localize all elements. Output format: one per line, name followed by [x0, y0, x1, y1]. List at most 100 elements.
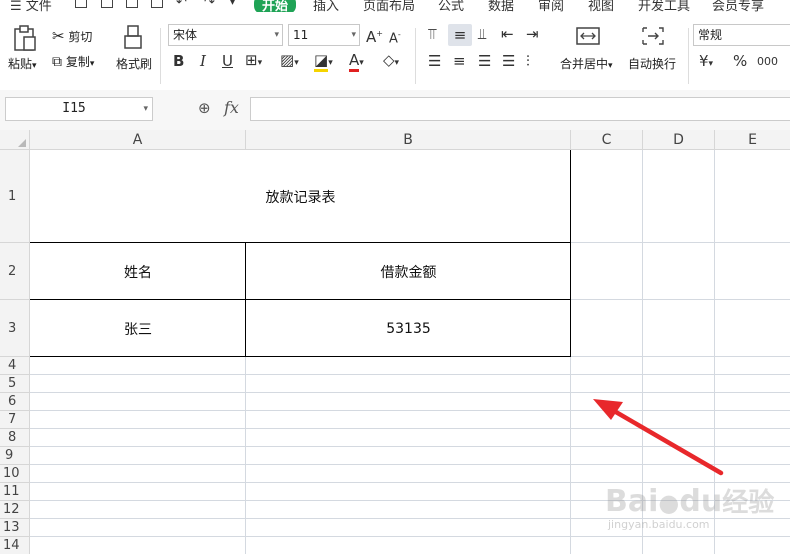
paste-icon[interactable] [12, 24, 38, 52]
align-bottom-icon[interactable]: ⫫ [478, 26, 486, 42]
row-header-12[interactable]: 12 [0, 501, 30, 519]
row-header-14[interactable]: 14 [0, 537, 30, 554]
name-box[interactable]: I15 ▾ [5, 97, 153, 121]
insert-function-button[interactable]: fx [224, 98, 239, 117]
column-header-b[interactable]: B [246, 130, 571, 150]
cell-a3[interactable]: 张三 [30, 300, 246, 357]
formula-input[interactable] [250, 97, 790, 121]
format-painter-icon[interactable] [122, 24, 144, 50]
justify-icon[interactable]: ☰ [502, 53, 515, 69]
row-header-1[interactable]: 1 [0, 150, 30, 243]
font-color-icon[interactable]: A▾ [349, 51, 364, 72]
ribbon-toolbar: 粘贴▾ ✂ 剪切 ⧉ 复制▾ 格式刷 宋体 ▾ 11 ▾ A+ A- B I U ⊞… [0, 12, 790, 91]
tab-membership[interactable]: 会员专享 [712, 0, 764, 12]
increase-font-icon[interactable]: A+ [366, 26, 383, 45]
redo-icon[interactable]: ↷ [204, 0, 215, 10]
tab-view[interactable]: 视图 [588, 0, 614, 12]
menu-bar: ☰ 文件 ↶ ↷ ▾ 开始 插入 页面布局 公式 数据 审阅 视图 开发工具 会… [0, 0, 790, 12]
tab-developer[interactable]: 开发工具 [638, 0, 690, 12]
row-header-2[interactable]: 2 [0, 243, 30, 300]
column-header-d[interactable]: D [643, 130, 715, 150]
align-middle-icon[interactable]: ≡ [448, 24, 472, 46]
tab-page-layout[interactable]: 页面布局 [363, 0, 415, 12]
increase-indent-icon[interactable]: ⇥ [526, 26, 539, 42]
file-menu[interactable]: ☰ 文件 [10, 0, 52, 12]
font-name-select[interactable]: 宋体 ▾ [168, 24, 283, 46]
column-header-a[interactable]: A [30, 130, 246, 150]
currency-format-button[interactable]: ¥▾ [699, 53, 713, 72]
merge-center-icon[interactable] [576, 26, 600, 46]
fill-color-icon[interactable]: ◪▾ [314, 51, 333, 72]
bold-icon[interactable]: B [173, 53, 184, 69]
hamburger-icon: ☰ [10, 0, 22, 12]
percent-format-button[interactable]: % [733, 53, 747, 69]
loan-amount: 53135 [386, 320, 431, 337]
chevron-down-icon: ▾ [274, 30, 279, 40]
row-header-5[interactable]: 5 [0, 375, 30, 393]
decrease-indent-icon[interactable]: ⇤ [501, 26, 514, 42]
row-header-9[interactable]: 9 [0, 447, 30, 465]
header-name: 姓名 [124, 264, 152, 281]
quick-access-dropdown-icon[interactable]: ▾ [230, 0, 235, 8]
wrap-text-icon[interactable] [641, 26, 665, 46]
divider [415, 28, 416, 84]
thousands-separator-button[interactable]: 000 [757, 54, 778, 70]
italic-icon[interactable]: I [200, 53, 206, 69]
diagonal-border-icon[interactable]: ▨▾ [280, 52, 299, 71]
align-top-icon[interactable]: ⫪ [428, 26, 436, 42]
clear-format-icon[interactable]: ◇▾ [383, 52, 399, 71]
print-icon[interactable] [126, 0, 138, 8]
undo-icon[interactable]: ↶ [176, 0, 187, 10]
tab-data[interactable]: 数据 [488, 0, 514, 12]
align-left-icon[interactable]: ☰ [428, 53, 441, 69]
tab-insert[interactable]: 插入 [313, 0, 339, 12]
cell-b3[interactable]: 53135 [246, 300, 571, 357]
cut-button[interactable]: ✂ 剪切 [52, 27, 92, 45]
table-border [570, 150, 571, 357]
cell-a2[interactable]: 姓名 [30, 243, 246, 300]
divider [688, 28, 689, 84]
font-size-select[interactable]: 11 ▾ [288, 24, 360, 46]
cell-title[interactable]: 放款记录表 [30, 150, 571, 243]
distributed-align-icon[interactable]: ⫶ [526, 53, 530, 69]
export-icon[interactable] [101, 0, 113, 8]
row-header-7[interactable]: 7 [0, 411, 30, 429]
align-center-icon[interactable]: ≡ [453, 53, 466, 69]
row-header-13[interactable]: 13 [0, 519, 30, 537]
row-header-10[interactable]: 10 [0, 465, 30, 483]
tab-formulas[interactable]: 公式 [438, 0, 464, 12]
decrease-font-icon[interactable]: A- [389, 27, 401, 47]
zoom-search-icon[interactable]: ⊕ [198, 99, 211, 117]
row-header-4[interactable]: 4 [0, 357, 30, 375]
row-header-8[interactable]: 8 [0, 429, 30, 447]
table-border [30, 299, 571, 300]
copy-button[interactable]: ⧉ 复制▾ [52, 53, 94, 70]
underline-icon[interactable]: U [222, 53, 233, 69]
print-preview-icon[interactable] [151, 0, 163, 8]
select-all-corner[interactable] [0, 130, 30, 150]
align-right-icon[interactable]: ☰ [478, 53, 491, 69]
number-format-select[interactable]: 常规 [693, 24, 790, 46]
save-icon[interactable] [75, 0, 87, 8]
row-header-3[interactable]: 3 [0, 300, 30, 357]
row-header-11[interactable]: 11 [0, 483, 30, 501]
column-header-c[interactable]: C [571, 130, 643, 150]
spreadsheet-grid: A B C D E 1 2 3 4 5 6 7 8 9 10 11 12 13 … [0, 130, 790, 554]
select-all-triangle-icon [18, 139, 26, 147]
borders-icon[interactable]: ⊞▾ [245, 52, 262, 71]
wrap-text-button[interactable]: 自动换行 [628, 55, 676, 72]
header-amount: 借款金额 [380, 264, 437, 281]
tab-home[interactable]: 开始 [254, 0, 297, 12]
chevron-down-icon: ▾ [143, 104, 148, 114]
row-header-6[interactable]: 6 [0, 393, 30, 411]
cell-reference: I15 [62, 101, 86, 116]
paste-button[interactable]: 粘贴▾ [8, 55, 37, 72]
cell-b2[interactable]: 借款金额 [246, 243, 571, 300]
tab-review[interactable]: 审阅 [538, 0, 564, 12]
copy-icon: ⧉ [52, 54, 62, 70]
baidu-watermark: Bai●du经验 [605, 484, 775, 519]
format-painter-button[interactable]: 格式刷 [116, 55, 152, 72]
sheet-title: 放款记录表 [265, 189, 336, 206]
merge-center-button[interactable]: 合并居中▾ [560, 55, 613, 72]
column-header-e[interactable]: E [715, 130, 790, 150]
